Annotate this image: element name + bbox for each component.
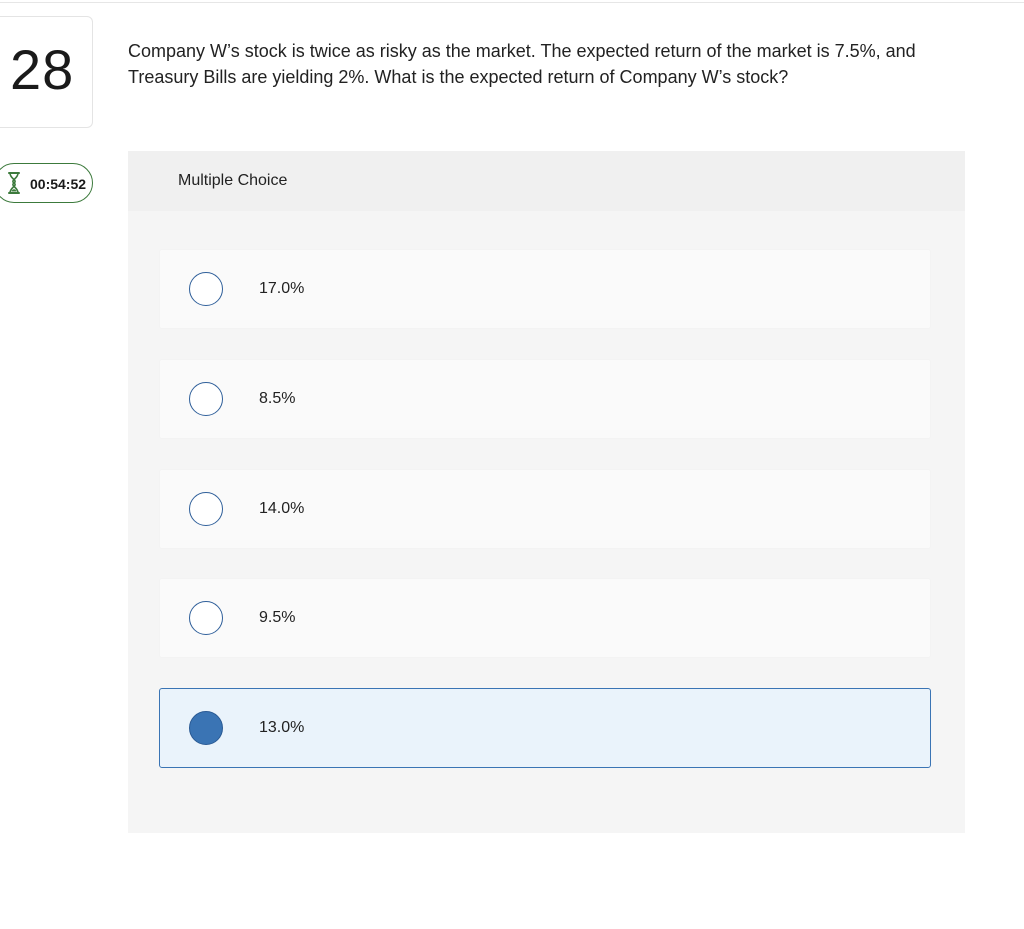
radio-button[interactable] — [189, 382, 223, 416]
choice-option-3[interactable]: 14.0% — [159, 469, 931, 549]
question-number: 28 — [10, 38, 75, 101]
choice-label: 13.0% — [259, 719, 305, 736]
radio-button[interactable] — [189, 601, 223, 635]
radio-button[interactable] — [189, 272, 223, 306]
radio-button[interactable] — [189, 711, 223, 745]
choice-option-1[interactable]: 17.0% — [159, 249, 931, 329]
question-text: Company W’s stock is twice as risky as t… — [128, 41, 916, 87]
multiple-choice-panel: Multiple Choice 17.0% 8.5% 14.0% 9.5% 13… — [128, 151, 965, 833]
hourglass-icon — [8, 172, 20, 194]
timer-badge[interactable]: 00:54:52 — [0, 163, 93, 203]
choice-label: 8.5% — [259, 390, 296, 407]
choice-label: 14.0% — [259, 500, 305, 517]
panel-header: Multiple Choice — [128, 151, 965, 211]
choice-label: 17.0% — [259, 280, 305, 297]
panel-title: Multiple Choice — [178, 172, 288, 189]
radio-button[interactable] — [189, 492, 223, 526]
choice-option-4[interactable]: 9.5% — [159, 578, 931, 658]
choice-option-2[interactable]: 8.5% — [159, 359, 931, 439]
top-divider — [0, 2, 1024, 3]
timer-value: 00:54:52 — [30, 176, 87, 192]
choice-label: 9.5% — [259, 609, 296, 626]
choice-option-5[interactable]: 13.0% — [159, 688, 931, 768]
